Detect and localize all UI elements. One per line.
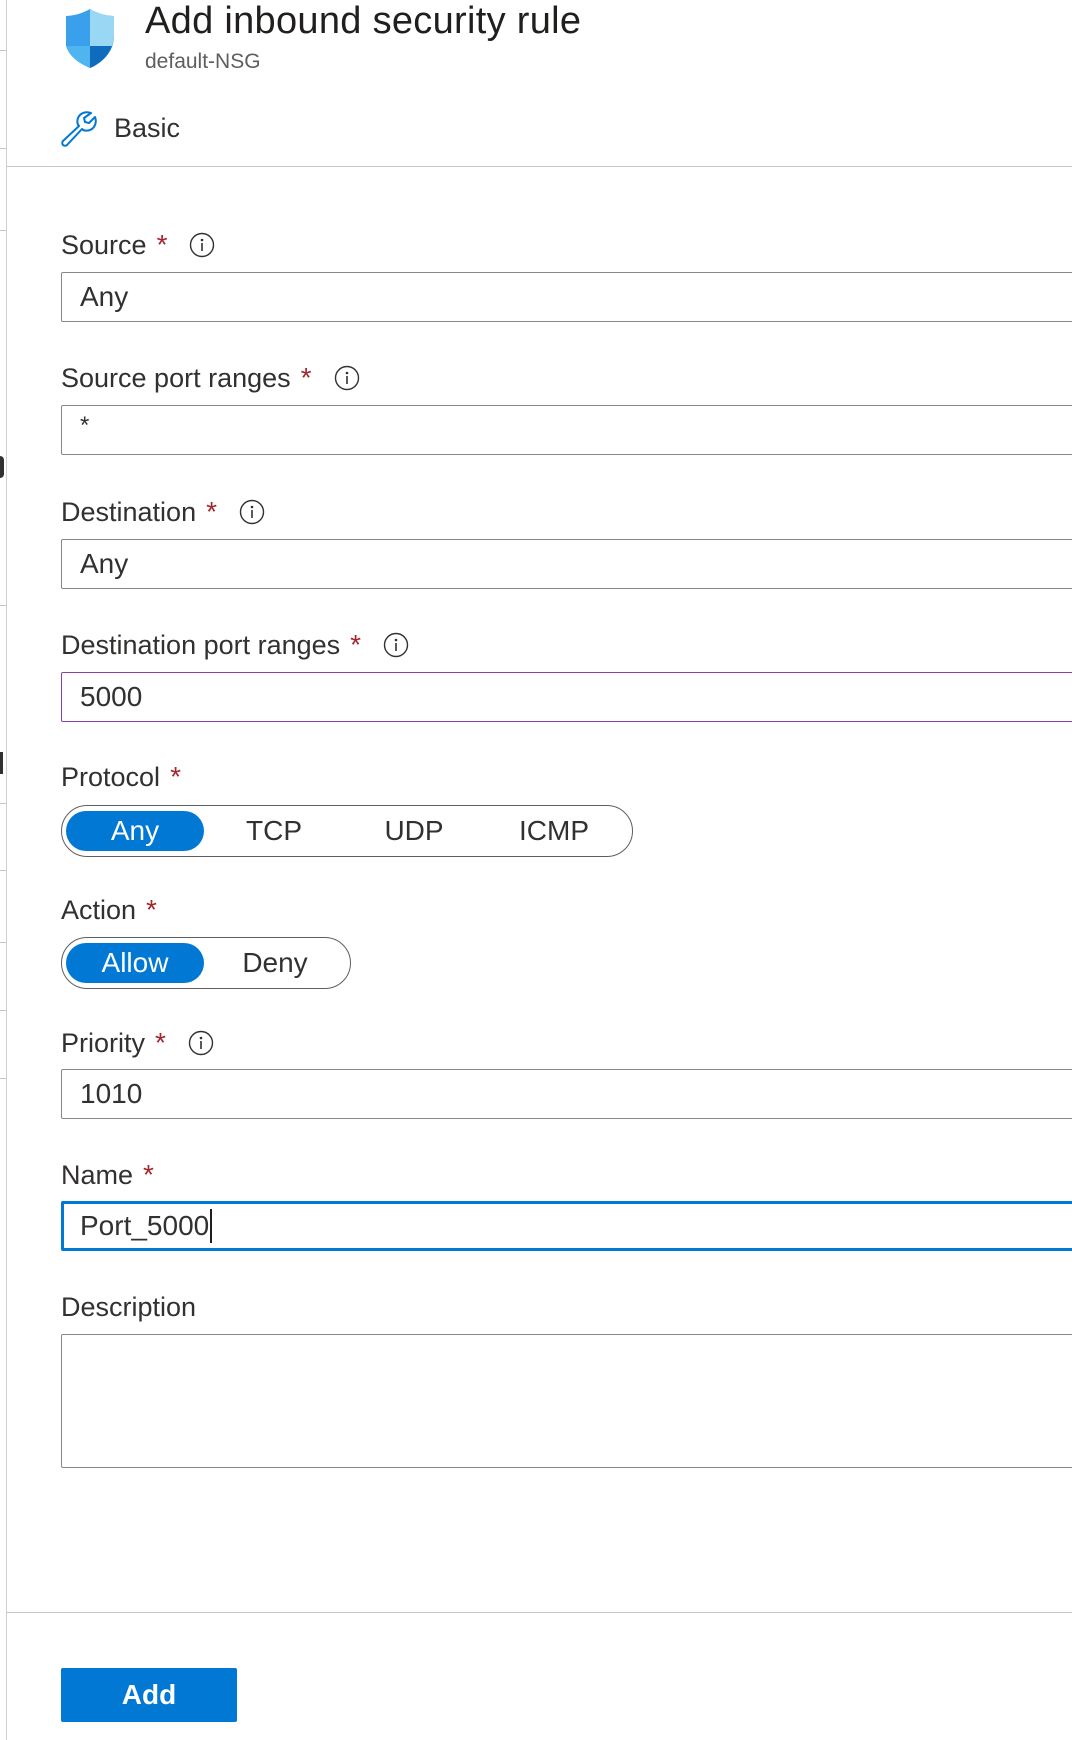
source-port-ranges-input[interactable]: * (61, 405, 1072, 455)
required-asterisk: * (143, 1159, 154, 1190)
wrench-icon (61, 111, 97, 147)
footer-divider (7, 1612, 1072, 1613)
source-port-ranges-value: * (80, 412, 90, 439)
destination-port-ranges-input[interactable]: 5000 (61, 672, 1072, 722)
source-port-ranges-label: Source port ranges (61, 362, 291, 393)
protocol-option-udp[interactable]: UDP (344, 811, 484, 851)
name-input[interactable]: Port_5000 (61, 1201, 1072, 1251)
source-label: Source (61, 229, 147, 260)
page-subtitle: default-NSG (145, 50, 261, 73)
action-label: Action (61, 894, 137, 925)
required-asterisk: * (170, 761, 181, 792)
protocol-option-icmp[interactable]: ICMP (484, 811, 624, 851)
info-icon[interactable] (188, 1030, 214, 1056)
protocol-label: Protocol (61, 761, 161, 792)
required-asterisk: * (146, 894, 157, 925)
priority-input[interactable]: 1010 (61, 1069, 1072, 1119)
destination-port-ranges-label: Destination port ranges (61, 629, 341, 660)
destination-port-label-row: Destination port ranges * (61, 628, 409, 662)
required-asterisk: * (155, 1027, 166, 1058)
description-label-row: Description (61, 1290, 196, 1324)
name-label-row: Name * (61, 1158, 154, 1192)
protocol-toggle: Any TCP UDP ICMP (61, 805, 633, 857)
description-label: Description (61, 1291, 197, 1322)
required-asterisk: * (206, 496, 217, 527)
tab-basic-label: Basic (114, 112, 181, 143)
destination-select[interactable]: Any (61, 539, 1072, 589)
destination-label: Destination (61, 496, 197, 527)
required-asterisk: * (350, 629, 362, 660)
name-label: Name (61, 1159, 134, 1190)
protocol-label-row: Protocol * (61, 760, 181, 794)
action-option-allow[interactable]: Allow (66, 943, 204, 983)
action-toggle: Allow Deny (61, 937, 351, 989)
info-icon[interactable] (239, 499, 265, 525)
text-caret (210, 1209, 213, 1243)
info-icon[interactable] (383, 632, 409, 658)
source-select[interactable]: Any (61, 272, 1072, 322)
name-value: Port_5000 (80, 1210, 210, 1241)
header-divider (7, 166, 1072, 167)
protocol-option-any[interactable]: Any (66, 811, 204, 851)
add-button[interactable]: Add (61, 1668, 237, 1722)
destination-value: Any (80, 548, 129, 579)
priority-label-row: Priority * (61, 1026, 214, 1060)
shield-icon (66, 9, 114, 68)
source-port-label-row: Source port ranges * (61, 361, 360, 395)
protocol-option-tcp[interactable]: TCP (204, 811, 344, 851)
info-icon[interactable] (334, 365, 360, 391)
source-value: Any (80, 281, 129, 312)
page-title: Add inbound security rule (145, 0, 582, 42)
destination-label-row: Destination * (61, 495, 265, 529)
priority-value: 1010 (80, 1078, 143, 1109)
action-option-deny[interactable]: Deny (204, 943, 346, 983)
required-asterisk: * (300, 362, 312, 393)
priority-label: Priority (61, 1027, 146, 1058)
tab-basic[interactable]: Basic (58, 108, 180, 148)
description-textarea[interactable] (61, 1334, 1072, 1468)
source-label-row: Source * (61, 228, 215, 262)
required-asterisk: * (156, 229, 168, 260)
action-label-row: Action * (61, 893, 157, 927)
destination-port-ranges-value: 5000 (80, 681, 143, 712)
info-icon[interactable] (189, 232, 215, 258)
